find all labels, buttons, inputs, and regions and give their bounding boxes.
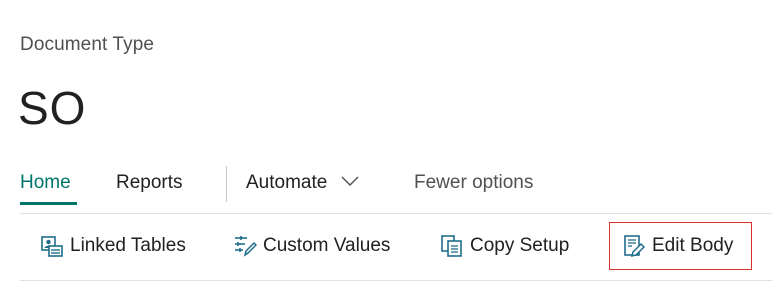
toolbar-divider-top: [20, 213, 772, 214]
tab-separator: [226, 166, 227, 202]
edit-body-button[interactable]: Edit Body: [609, 222, 752, 270]
tab-automate[interactable]: Automate: [246, 172, 359, 194]
custom-values-button[interactable]: Custom Values: [233, 222, 390, 270]
tab-automate-label: Automate: [246, 172, 328, 193]
copy-setup-label: Copy Setup: [470, 235, 570, 256]
page: Document Type SO Home Reports Automate F…: [0, 0, 784, 304]
tab-home[interactable]: Home: [20, 172, 77, 205]
page-title: SO: [18, 82, 87, 134]
page-caption: Document Type: [20, 34, 155, 55]
tab-fewer-options-label: Fewer options: [414, 172, 534, 193]
active-tab-indicator: [20, 202, 77, 205]
linked-tables-button[interactable]: Linked Tables: [40, 222, 186, 270]
edit-body-icon: [622, 234, 646, 258]
copy-setup-icon: [440, 234, 464, 258]
linked-tables-icon: [40, 234, 64, 258]
tab-home-label: Home: [20, 172, 71, 193]
linked-tables-label: Linked Tables: [70, 235, 186, 256]
copy-setup-button[interactable]: Copy Setup: [440, 222, 569, 270]
tab-reports[interactable]: Reports: [116, 172, 183, 194]
tab-fewer-options[interactable]: Fewer options: [414, 172, 533, 194]
toolbar-divider-bottom: [20, 280, 772, 281]
action-tabs: Home Reports Automate Fewer options: [20, 166, 780, 206]
custom-values-icon: [233, 234, 258, 258]
chevron-down-icon: [341, 176, 359, 186]
edit-body-label: Edit Body: [652, 235, 734, 256]
custom-values-label: Custom Values: [263, 235, 391, 256]
tab-reports-label: Reports: [116, 172, 183, 193]
